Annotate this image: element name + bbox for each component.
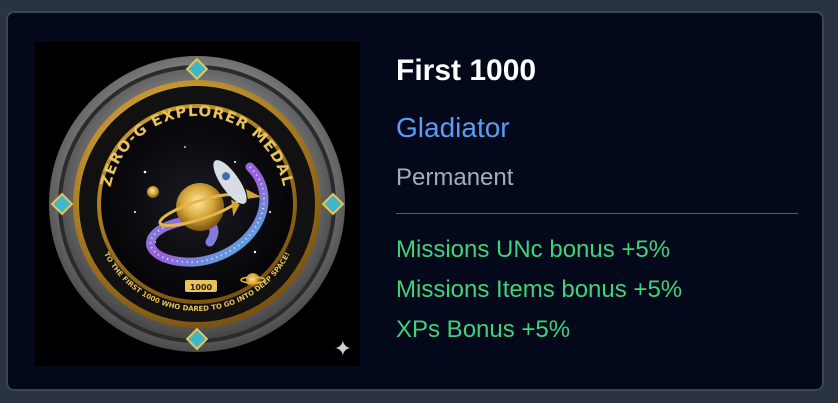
zero-g-explorer-medal: ZERO-G EXPLORER MEDAL TO THE FIRST 1000 … <box>49 56 345 352</box>
achievement-card: ZERO-G EXPLORER MEDAL TO THE FIRST 1000 … <box>6 11 824 391</box>
achievement-title: First 1000 <box>396 54 537 87</box>
bonus-item: Missions UNc bonus +5% <box>396 236 671 263</box>
divider <box>396 213 798 214</box>
medal-plaque: 1000 <box>190 283 213 292</box>
sparkle-icon: ✦ <box>333 336 352 361</box>
achievement-duration: Permanent <box>396 164 514 191</box>
achievement-info: First 1000 Gladiator Permanent Missions … <box>396 53 798 350</box>
bonus-item: XPs Bonus +5% <box>396 316 571 343</box>
bonus-list: Missions UNc bonus +5% Missions Items bo… <box>396 230 798 350</box>
achievement-subtitle: Gladiator <box>396 112 510 143</box>
medal-image: ZERO-G EXPLORER MEDAL TO THE FIRST 1000 … <box>35 42 360 366</box>
bonus-item: Missions Items bonus +5% <box>396 276 683 303</box>
